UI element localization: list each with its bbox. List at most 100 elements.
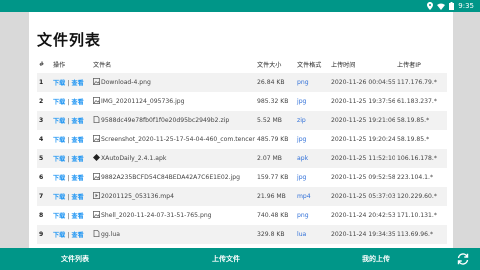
upload-time: 2020-11-25 05:37:03 [329,187,395,206]
file-name: 9588dc49e78fb0f1f0e20d95bc2949b2.zip [101,117,230,124]
uploader-ip: 58.19.85.* [395,130,447,149]
file-format: lua [295,225,329,244]
download-link[interactable]: 下载 [53,156,65,163]
row-index: 3 [37,111,51,130]
file-size: 985.32 KB [255,92,295,111]
bottom-nav: 文件列表 上传文件 我的上传 [0,248,480,270]
nav-my-uploads[interactable]: 我的上传 [362,248,390,270]
file-format: png [295,73,329,92]
download-link[interactable]: 下载 [53,232,65,239]
file-name-cell[interactable]: 20201125_053136.mp4 [91,187,255,206]
uploader-ip: 223.104.1.* [395,168,447,187]
file-list-card: 文件列表 # 操作 文件名 文件大小 文件格式 上传时间 上传者IP 1 下载 |… [29,12,453,258]
refresh-icon[interactable] [456,252,470,266]
view-link[interactable]: 查看 [72,156,84,163]
file-format: mp4 [295,187,329,206]
file-name-cell[interactable]: 9588dc49e78fb0f1f0e20d95bc2949b2.zip [91,111,255,130]
column-header-size: 文件大小 [257,62,282,69]
nav-upload-file[interactable]: 上传文件 [212,248,240,270]
download-link[interactable]: 下载 [53,175,65,182]
file-name: Download-4.png [101,79,151,86]
row-index: 9 [37,225,51,244]
file-name-cell[interactable]: IMG_20201124_095736.jpg [91,92,255,111]
row-actions: 下载 | 查看 [51,111,91,130]
action-separator: | [67,232,70,239]
file-name: Screenshot_2020-11-25-17-54-04-460_com.t… [101,136,255,143]
file-name: XAutoDaily_2.4.1.apk [101,155,167,162]
image-icon [93,135,100,144]
row-actions: 下载 | 查看 [51,168,91,187]
file-icon [93,230,100,239]
column-header-format: 文件格式 [297,62,322,69]
page-title: 文件列表 [37,31,102,49]
upload-time: 2020-11-25 09:52:58 [329,168,395,187]
file-table: # 操作 文件名 文件大小 文件格式 上传时间 上传者IP 1 下载 | 查看 Do… [37,56,447,258]
action-separator: | [67,118,70,125]
nav-file-list[interactable]: 文件列表 [61,248,89,270]
view-link[interactable]: 查看 [72,232,84,239]
download-link[interactable]: 下载 [53,80,65,87]
battery-icon [449,2,455,10]
view-link[interactable]: 查看 [72,137,84,144]
download-link[interactable]: 下载 [53,194,65,201]
column-header-actions: 操作 [53,62,66,69]
table-header-row: # 操作 文件名 文件大小 文件格式 上传时间 上传者IP [37,56,447,73]
file-name: IMG_20201124_095736.jpg [101,98,185,105]
file-name: 20201125_053136.mp4 [101,193,174,200]
row-index: 5 [37,149,51,168]
uploader-ip: 171.10.131.* [395,206,447,225]
file-name: 9882A235BCFD54C84BEDA42A7C6E1E02.jpg [101,174,241,181]
download-link[interactable]: 下载 [53,118,65,125]
action-separator: | [67,99,70,106]
status-icons: 9:35 [427,0,474,12]
table-row: 8 下载 | 查看 Shell_2020-11-24-07-31-51-765.pn… [37,206,447,225]
image-icon [93,211,100,220]
file-name: Shell_2020-11-24-07-31-51-765.png [101,212,212,219]
view-link[interactable]: 查看 [72,175,84,182]
file-size: 329.8 KB [255,225,295,244]
row-actions: 下载 | 查看 [51,187,91,206]
status-bar: 9:35 [0,0,480,12]
action-separator: | [67,213,70,220]
download-link[interactable]: 下载 [53,137,65,144]
view-link[interactable]: 查看 [72,213,84,220]
view-link[interactable]: 查看 [72,194,84,201]
column-header-uploader-ip: 上传者IP [397,62,421,69]
file-name-cell[interactable]: Screenshot_2020-11-25-17-54-04-460_com.t… [91,130,255,149]
file-name-cell[interactable]: Download-4.png [91,73,255,92]
file-name-cell[interactable]: 9882A235BCFD54C84BEDA42A7C6E1E02.jpg [91,168,255,187]
file-format: jpg [295,130,329,149]
view-link[interactable]: 查看 [72,80,84,87]
file-icon [93,116,100,125]
column-header-index: # [39,61,45,68]
row-index: 1 [37,73,51,92]
file-size: 485.79 KB [255,130,295,149]
uploader-ip: 61.183.237.* [395,92,447,111]
view-link[interactable]: 查看 [72,118,84,125]
row-actions: 下载 | 查看 [51,149,91,168]
file-name: gg.lua [101,231,120,238]
file-name-cell[interactable]: gg.lua [91,225,255,244]
view-link[interactable]: 查看 [72,99,84,106]
row-actions: 下载 | 查看 [51,73,91,92]
action-separator: | [67,156,70,163]
row-actions: 下载 | 查看 [51,92,91,111]
status-time: 9:35 [458,2,474,10]
action-separator: | [67,194,70,201]
row-index: 6 [37,168,51,187]
file-size: 5.52 MB [255,111,295,130]
uploader-ip: 58.19.85.* [395,111,447,130]
file-format: jpg [295,92,329,111]
table-row: 2 下载 | 查看 IMG_20201124_095736.jpg 985.32 KB… [37,92,447,111]
file-name-cell[interactable]: Shell_2020-11-24-07-31-51-765.png [91,206,255,225]
table-row: 1 下载 | 查看 Download-4.png 26.84 KB png 2020-11… [37,73,447,92]
file-size: 21.96 MB [255,187,295,206]
download-link[interactable]: 下载 [53,99,65,106]
file-format: png [295,206,329,225]
file-name-cell[interactable]: XAutoDaily_2.4.1.apk [91,149,255,168]
download-link[interactable]: 下载 [53,213,65,220]
video-icon [93,192,100,201]
uploader-ip: 106.16.178.* [395,149,447,168]
file-size: 740.48 KB [255,206,295,225]
action-separator: | [67,137,70,144]
